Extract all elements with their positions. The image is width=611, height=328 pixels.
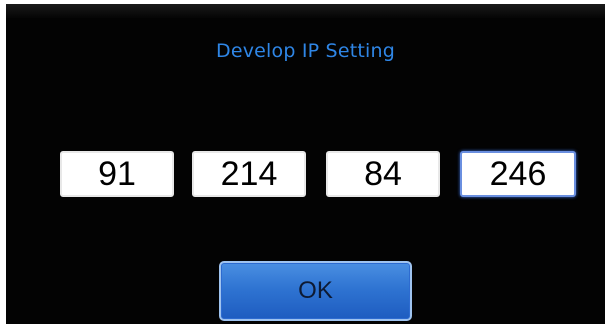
ip-octet-3-field[interactable]: 84 bbox=[326, 151, 440, 197]
ip-address-fields: 91 214 84 246 bbox=[6, 151, 605, 201]
ok-button[interactable]: OK bbox=[219, 261, 412, 321]
ip-octet-2-field[interactable]: 214 bbox=[192, 151, 306, 197]
ip-setting-screen: Develop IP Setting 91 214 84 246 OK bbox=[6, 4, 605, 324]
ip-octet-1-field[interactable]: 91 bbox=[60, 151, 174, 197]
dialog-title: Develop IP Setting bbox=[216, 40, 395, 62]
ip-octet-4-field[interactable]: 246 bbox=[460, 151, 576, 197]
